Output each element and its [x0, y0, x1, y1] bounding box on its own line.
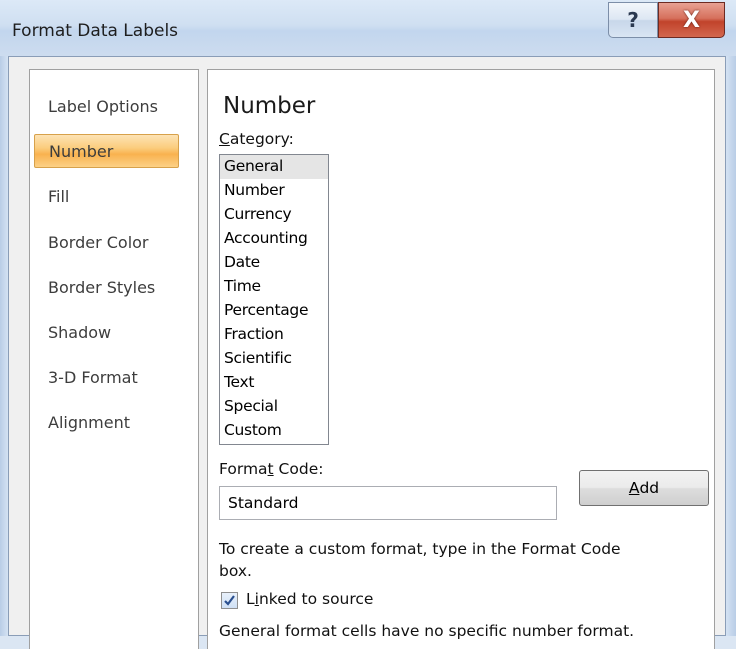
section-heading: Number — [223, 93, 316, 119]
category-option-percentage[interactable]: Percentage — [220, 299, 328, 323]
custom-format-hint-line2: box. — [219, 562, 252, 580]
help-button[interactable]: ? — [608, 2, 658, 38]
dialog-title: Format Data Labels — [12, 21, 179, 41]
window-frame-left — [0, 56, 8, 636]
category-option-currency[interactable]: Currency — [220, 203, 328, 227]
category-option-accounting[interactable]: Accounting — [220, 227, 328, 251]
linked-to-source-checkbox[interactable] — [221, 592, 238, 609]
title-bar: Format Data Labels ? X — [0, 0, 736, 56]
nav-item-border-color[interactable]: Border Color — [44, 226, 199, 260]
nav-item-border-styles[interactable]: Border Styles — [44, 271, 199, 305]
nav-item-3d-format[interactable]: 3-D Format — [44, 361, 199, 395]
category-option-special[interactable]: Special — [220, 395, 328, 419]
dialog-body: Label Options Number Fill Border Color B… — [8, 56, 726, 649]
help-icon: ? — [627, 8, 639, 32]
category-option-text[interactable]: Text — [220, 371, 328, 395]
window-frame-right — [726, 56, 736, 636]
category-option-date[interactable]: Date — [220, 251, 328, 275]
category-option-fraction[interactable]: Fraction — [220, 323, 328, 347]
nav-item-shadow[interactable]: Shadow — [44, 316, 199, 350]
category-option-scientific[interactable]: Scientific — [220, 347, 328, 371]
category-option-number[interactable]: Number — [220, 179, 328, 203]
nav-item-number[interactable]: Number — [34, 134, 179, 168]
nav-item-label-options[interactable]: Label Options — [44, 90, 199, 124]
checkmark-icon — [224, 595, 235, 606]
category-listbox[interactable]: General Number Currency Accounting Date … — [219, 154, 329, 445]
category-option-time[interactable]: Time — [220, 275, 328, 299]
category-label: Category: — [219, 130, 294, 148]
number-panel: Number Category: General Number Currency… — [207, 69, 715, 649]
category-option-custom[interactable]: Custom — [220, 419, 328, 443]
custom-format-hint-line1: To create a custom format, type in the F… — [219, 540, 621, 558]
linked-to-source-label[interactable]: Linked to source — [246, 590, 373, 608]
nav-item-alignment[interactable]: Alignment — [44, 406, 199, 440]
category-option-general[interactable]: General — [220, 155, 328, 179]
add-button[interactable]: Add — [579, 470, 709, 506]
close-icon: X — [683, 7, 700, 33]
format-code-label: Format Code: — [219, 460, 324, 478]
category-nav: Label Options Number Fill Border Color B… — [29, 69, 199, 649]
nav-item-fill[interactable]: Fill — [44, 180, 199, 214]
format-code-input[interactable] — [219, 486, 557, 520]
close-button[interactable]: X — [658, 2, 725, 38]
general-format-description: General format cells have no specific nu… — [219, 622, 635, 640]
